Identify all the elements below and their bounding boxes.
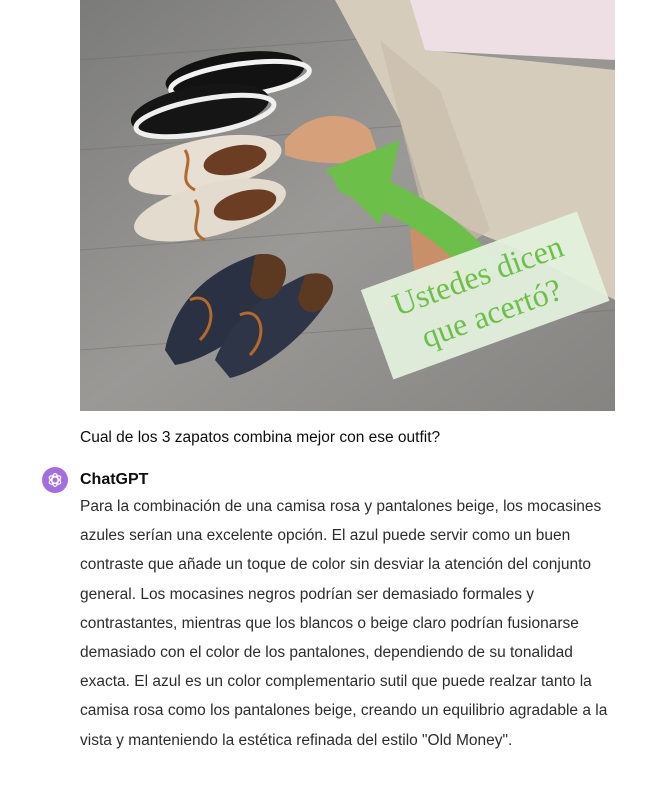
openai-logo-icon [48, 473, 62, 487]
chatgpt-avatar [42, 467, 68, 493]
assistant-response: Para la combinación de una camisa rosa y… [80, 498, 608, 749]
shoes-outfit-image: Ustedes dicen que acertó? [80, 0, 615, 411]
assistant-name: ChatGPT [80, 471, 149, 488]
uploaded-photo[interactable]: Ustedes dicen que acertó? [80, 0, 615, 411]
user-message: Cual de los 3 zapatos combina mejor con … [80, 429, 441, 446]
